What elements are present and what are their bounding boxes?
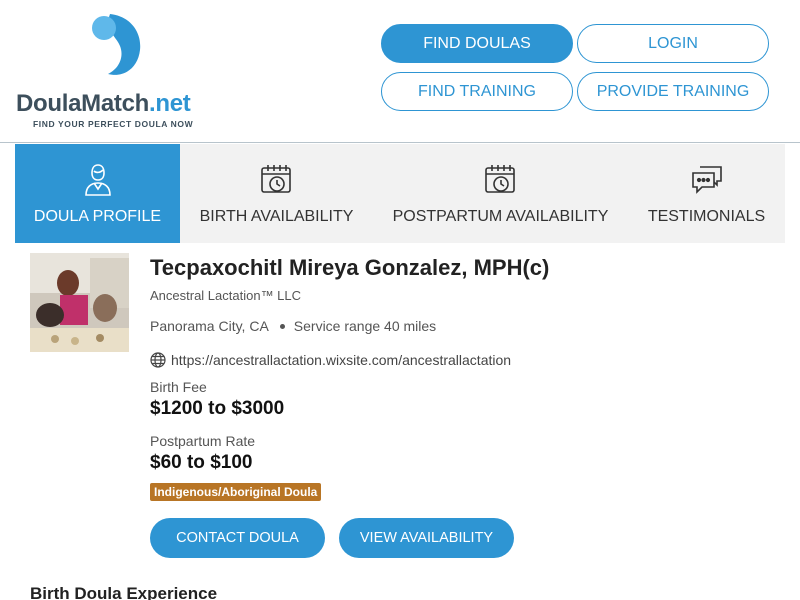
postpartum-rate-label: Postpartum Rate [150,433,256,449]
chat-bubbles-icon [689,162,725,198]
postpartum-rate-value: $60 to $100 [150,452,253,473]
logo-drop-icon [92,14,141,75]
site-header: DoulaMatch.net FIND YOUR PERFECT DOULA N… [0,0,800,143]
tab-label: DOULA PROFILE [33,208,162,225]
contact-doula-button[interactable]: CONTACT DOULA [150,518,325,558]
service-range: Service range 40 miles [293,318,437,334]
profile-tabs: DOULA PROFILE BIRTH AVAILABILITY POSTPAR [15,144,785,243]
birth-fee-label: Birth Fee [150,379,207,395]
tab-label: POSTPARTUM AVAILABILITY [392,208,609,225]
tab-birth-availability[interactable]: BIRTH AVAILABILITY [180,144,373,243]
bullet-separator [279,323,285,329]
find-doulas-button[interactable]: FIND DOULAS [381,24,573,63]
location-city: Panorama City, CA [150,318,269,334]
doula-photo [30,253,129,352]
indigenous-doula-badge: Indigenous/Aboriginal Doula [150,483,322,501]
website-row: https://ancestrallactation.wixsite.com/a… [150,352,511,368]
calendar-clock-icon [259,162,295,198]
tab-postpartum-availability[interactable]: POSTPARTUM AVAILABILITY [373,144,628,243]
doula-name: Tecpaxochitl Mireya Gonzalez, MPH(c) [150,255,550,280]
doula-person-icon [80,162,116,198]
find-training-button[interactable]: FIND TRAINING [381,72,573,111]
site-logo[interactable]: DoulaMatch.net FIND YOUR PERFECT DOULA N… [16,10,221,135]
tab-testimonials[interactable]: TESTIMONIALS [628,144,785,243]
tab-label: BIRTH AVAILABILITY [199,208,354,225]
view-availability-button[interactable]: VIEW AVAILABILITY [339,518,514,558]
birth-doula-experience-heading: Birth Doula Experience [30,584,218,600]
tab-label: TESTIMONIALS [647,208,766,225]
doula-company: Ancestral Lactation™ LLC [150,288,302,303]
website-link[interactable]: https://ancestrallactation.wixsite.com/a… [171,352,511,368]
globe-icon [150,352,166,368]
provide-training-button[interactable]: PROVIDE TRAINING [577,72,769,111]
logo-tagline: FIND YOUR PERFECT DOULA NOW [33,119,194,129]
birth-fee-value: $1200 to $3000 [150,398,285,419]
logo-wordmark: DoulaMatch.net [16,90,191,117]
login-button[interactable]: LOGIN [577,24,769,63]
calendar-clock-icon [483,162,519,198]
tab-doula-profile[interactable]: DOULA PROFILE [15,144,180,243]
doula-location: Panorama City, CA Service range 40 miles [150,318,436,334]
